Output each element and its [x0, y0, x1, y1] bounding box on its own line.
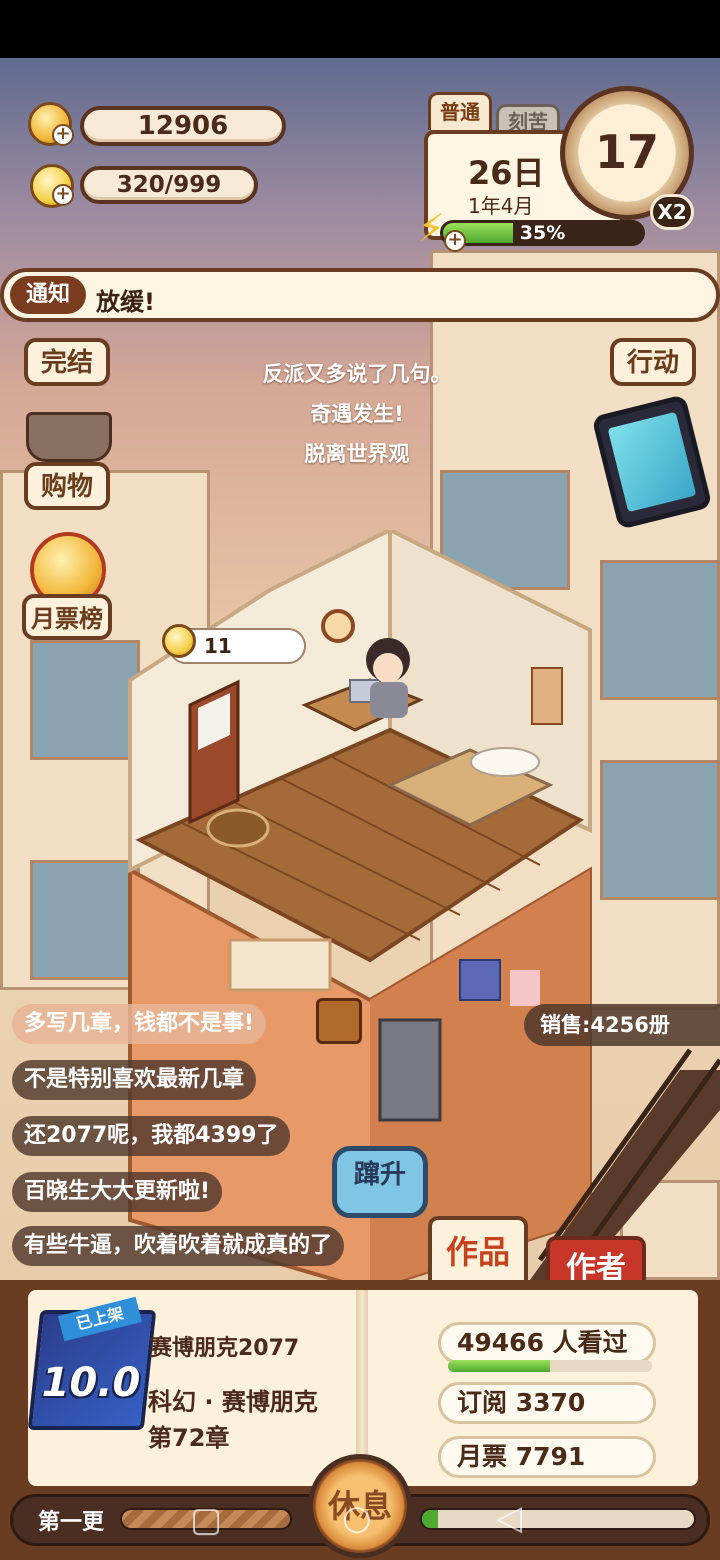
book-chapter: 第72章: [148, 1424, 230, 1452]
book-genre: 科幻 · 赛博朋克: [148, 1388, 318, 1416]
reader-comment: 不是特别喜欢最新几章: [12, 1060, 257, 1100]
event-message: 反派又多说了几句。: [262, 362, 452, 386]
date-day: 26日: [468, 154, 545, 192]
status-bar: [0, 0, 720, 58]
reader-comment: 有些牛逼，吹着吹着就成真的了: [12, 1226, 345, 1266]
views-progress: [448, 1360, 652, 1372]
inspiration-pill: 320/999: [80, 166, 258, 204]
notification-text: 放缓!: [96, 288, 155, 316]
writing-progress-right: [420, 1508, 696, 1530]
book-score: 10.0: [41, 1360, 141, 1406]
round-window: [321, 609, 355, 643]
tab-works-label: 作品: [445, 1233, 510, 1271]
window-unit: [378, 1018, 442, 1122]
notification-tag: 通知: [10, 276, 86, 314]
first-update-label: 第一更: [38, 1510, 105, 1535]
add-inspiration-icon[interactable]: +: [52, 184, 74, 206]
rise-button[interactable]: 蹿升: [332, 1146, 428, 1218]
event-message: 脱离世界观: [304, 442, 410, 466]
monthly-rank-button[interactable]: 月票榜: [22, 594, 112, 640]
inspiration-bubble-value: 11: [204, 634, 232, 658]
nav-recents-icon[interactable]: ▢: [190, 1500, 222, 1540]
coins-pill: 12906: [80, 106, 286, 146]
event-message: 奇遇发生!: [310, 402, 404, 426]
clock-hour: 17: [594, 125, 659, 179]
rug: [206, 808, 270, 848]
tab-normal-label: 普通: [440, 100, 480, 124]
inspiration-bubble[interactable]: 11: [162, 624, 306, 664]
wall-poster: [531, 667, 563, 725]
sales-count: 销售:4256册: [524, 1004, 720, 1046]
reader-comment: 还2077呢，我都4399了: [12, 1116, 291, 1156]
wall-note: [510, 970, 540, 1006]
shop-button[interactable]: 购物: [24, 462, 110, 510]
views-progress-fill: [448, 1360, 550, 1372]
add-coins-icon[interactable]: +: [52, 124, 74, 146]
lightbulb-icon: [162, 624, 196, 658]
monthly-tickets-stat: 月票 7791: [438, 1436, 656, 1478]
views-stat: 49466 人看过: [438, 1322, 656, 1364]
energy-percent: 35%: [519, 222, 566, 244]
wall-sign: [228, 938, 332, 992]
background-window: [600, 560, 720, 700]
coins-value: 12906: [137, 111, 229, 141]
notification-bar: 通知 放缓!: [0, 268, 720, 322]
add-energy-icon[interactable]: +: [444, 230, 466, 252]
writing-progress-right-fill: [422, 1510, 439, 1528]
background-window: [600, 760, 720, 900]
tab-normal-mode[interactable]: 普通: [428, 92, 492, 130]
date-year-month: 1年4月: [468, 194, 534, 218]
nav-back-icon[interactable]: ◁: [496, 1498, 522, 1538]
reader-comment: 多写几章，钱都不是事!: [12, 1004, 267, 1044]
book-title: 赛博朋克2077: [150, 1336, 300, 1361]
reader-comment: 百晓生大大更新啦!: [12, 1172, 223, 1212]
nav-home-icon[interactable]: ○: [342, 1498, 372, 1538]
treasure-chest-icon[interactable]: [316, 998, 362, 1044]
inspiration-value: 320/999: [116, 172, 222, 198]
speed-toggle-button[interactable]: X2: [650, 194, 694, 230]
tab-works[interactable]: 作品: [428, 1216, 528, 1286]
subscriptions-stat: 订阅 3370: [438, 1382, 656, 1424]
wall-sticker: [459, 959, 501, 1001]
pillow: [470, 747, 540, 777]
